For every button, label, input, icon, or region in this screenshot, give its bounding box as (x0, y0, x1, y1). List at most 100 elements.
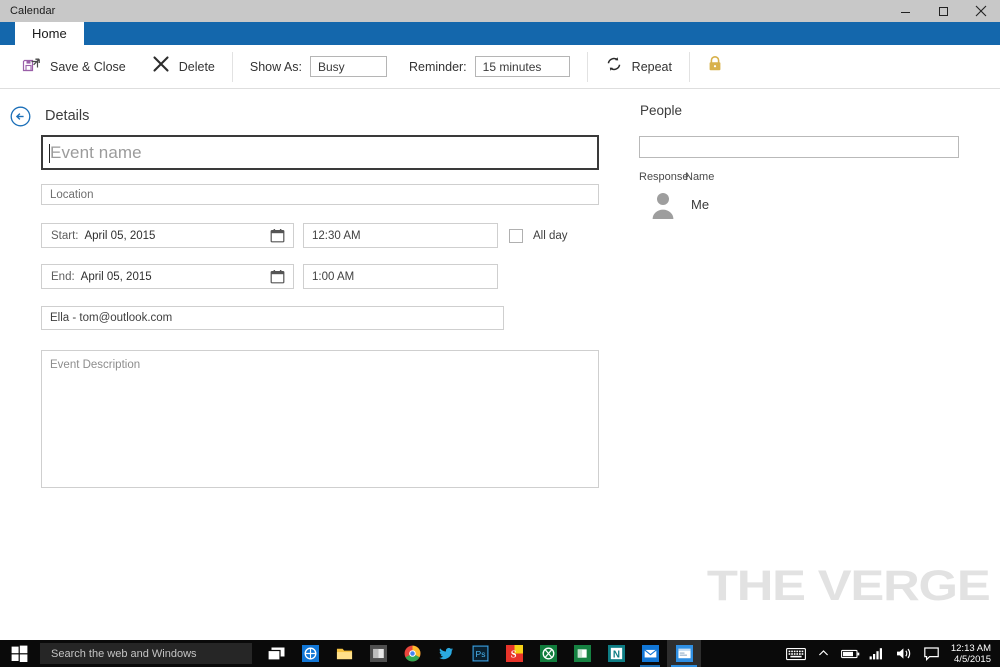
show-hidden-icons-chevron[interactable] (810, 640, 837, 667)
battery-icon[interactable] (837, 640, 864, 667)
edge-icon[interactable] (293, 640, 327, 667)
mail-icon[interactable] (633, 640, 667, 667)
main-content: Details Event name Location Start: April… (0, 89, 1000, 640)
start-date-value: April 05, 2015 (84, 229, 156, 242)
event-description-input[interactable]: Event Description (41, 350, 599, 488)
account-selector[interactable]: Ella - tom@outlook.com (41, 306, 504, 330)
lock-icon (707, 55, 723, 78)
end-label: End: (51, 270, 75, 283)
network-signal-icon[interactable] (864, 640, 891, 667)
svg-text:Ps: Ps (475, 649, 485, 659)
people-panel: People Response Name Me (639, 103, 964, 219)
end-row: End: April 05, 2015 1:00 AM (41, 264, 601, 289)
location-placeholder: Location (50, 188, 94, 201)
action-center-icon[interactable] (918, 640, 945, 667)
touch-keyboard-icon[interactable] (783, 640, 810, 667)
reminder-group: Reminder: (401, 50, 578, 84)
snagit-icon[interactable]: S (497, 640, 531, 667)
attendee-row[interactable]: Me (639, 189, 964, 219)
reminder-input[interactable] (474, 56, 570, 77)
svg-text:S: S (510, 649, 516, 660)
search-placeholder: Search the web and Windows (51, 647, 197, 660)
verge-watermark: THE VERGE (706, 562, 990, 610)
taskbar-pinned-apps: Ps S N (259, 640, 701, 667)
taskbar-clock[interactable]: 12:13 AM 4/5/2015 (945, 643, 1000, 665)
details-heading: Details (45, 108, 90, 124)
save-icon (22, 55, 41, 79)
delete-button[interactable]: Delete (144, 50, 223, 84)
all-day-checkbox[interactable] (509, 228, 523, 243)
people-column-headers: Response Name (639, 171, 964, 183)
description-placeholder: Event Description (50, 359, 141, 371)
minimize-button[interactable] (886, 0, 924, 22)
calendar-icon[interactable] (667, 640, 701, 667)
start-label: Start: (51, 229, 79, 242)
delete-x-icon (152, 55, 170, 78)
start-time-input[interactable]: 12:30 AM (303, 223, 498, 248)
file-explorer-icon[interactable] (327, 640, 361, 667)
all-day-label: All day (533, 229, 568, 242)
event-name-placeholder: Event name (50, 142, 142, 162)
repeat-button[interactable]: Repeat (597, 50, 680, 84)
ribbon-toolbar: Save & Close Delete Show As: Reminder: R… (0, 45, 1000, 89)
text-caret (49, 144, 50, 163)
all-day-group[interactable]: All day (509, 228, 568, 243)
column-header-name: Name (685, 171, 715, 183)
svg-text:N: N (612, 649, 619, 660)
invite-people-input[interactable] (639, 136, 959, 158)
start-button[interactable] (0, 640, 38, 667)
ribbon-divider-1 (231, 51, 233, 82)
task-view-icon[interactable] (259, 640, 293, 667)
reminder-label: Reminder: (409, 59, 467, 74)
system-tray: 12:13 AM 4/5/2015 (783, 640, 1000, 667)
close-button[interactable] (962, 0, 1000, 22)
windows-taskbar: Search the web and Windows Ps S N 12:13 … (0, 640, 1000, 667)
repeat-label: Repeat (631, 59, 672, 74)
onenote-icon[interactable]: N (599, 640, 633, 667)
clock-date: 4/5/2015 (954, 653, 991, 665)
store-icon[interactable] (361, 640, 395, 667)
show-as-label: Show As: (249, 59, 302, 74)
column-header-response: Response (639, 171, 689, 183)
back-arrow-icon[interactable] (10, 106, 31, 127)
twitter-icon[interactable] (429, 640, 463, 667)
volume-icon[interactable] (891, 640, 918, 667)
ribbon-divider-2 (586, 51, 588, 82)
xbox-icon[interactable] (531, 640, 565, 667)
location-input[interactable]: Location (41, 184, 599, 205)
window-title-bar: Calendar (0, 0, 1000, 22)
window-controls (886, 0, 1000, 22)
start-date-input[interactable]: Start: April 05, 2015 (41, 223, 294, 248)
photoshop-icon[interactable]: Ps (463, 640, 497, 667)
event-name-input[interactable]: Event name (41, 135, 599, 170)
attendee-name: Me (691, 196, 710, 212)
end-date-value: April 05, 2015 (80, 270, 152, 283)
window-title: Calendar (10, 5, 56, 17)
calendar-picker-icon[interactable] (270, 228, 285, 246)
save-and-close-label: Save & Close (50, 59, 126, 74)
show-as-input[interactable] (310, 56, 387, 77)
delete-label: Delete (178, 59, 215, 74)
start-time-value: 12:30 AM (312, 229, 361, 242)
ribbon-divider-3 (688, 51, 690, 82)
person-avatar-icon (648, 189, 678, 219)
end-date-input[interactable]: End: April 05, 2015 (41, 264, 294, 289)
calendar-picker-icon[interactable] (270, 269, 285, 287)
ribbon-tab-strip: Home (0, 22, 1000, 45)
repeat-icon (605, 55, 623, 78)
end-time-input[interactable]: 1:00 AM (303, 264, 498, 289)
taskbar-search-box[interactable]: Search the web and Windows (40, 643, 252, 664)
tab-home[interactable]: Home (15, 22, 84, 45)
chrome-icon[interactable] (395, 640, 429, 667)
end-time-value: 1:00 AM (312, 270, 355, 283)
office-icon[interactable] (565, 640, 599, 667)
save-and-close-button[interactable]: Save & Close (14, 50, 134, 84)
restore-button[interactable] (924, 0, 962, 22)
clock-time: 12:13 AM (950, 642, 991, 654)
start-row: Start: April 05, 2015 12:30 AM All day (41, 223, 601, 248)
private-button[interactable] (699, 50, 731, 84)
show-as-group: Show As: (242, 50, 395, 84)
account-value: Ella - tom@outlook.com (50, 312, 173, 324)
people-heading: People (640, 103, 683, 118)
event-form: Event name Location Start: April 05, 201… (41, 135, 601, 488)
